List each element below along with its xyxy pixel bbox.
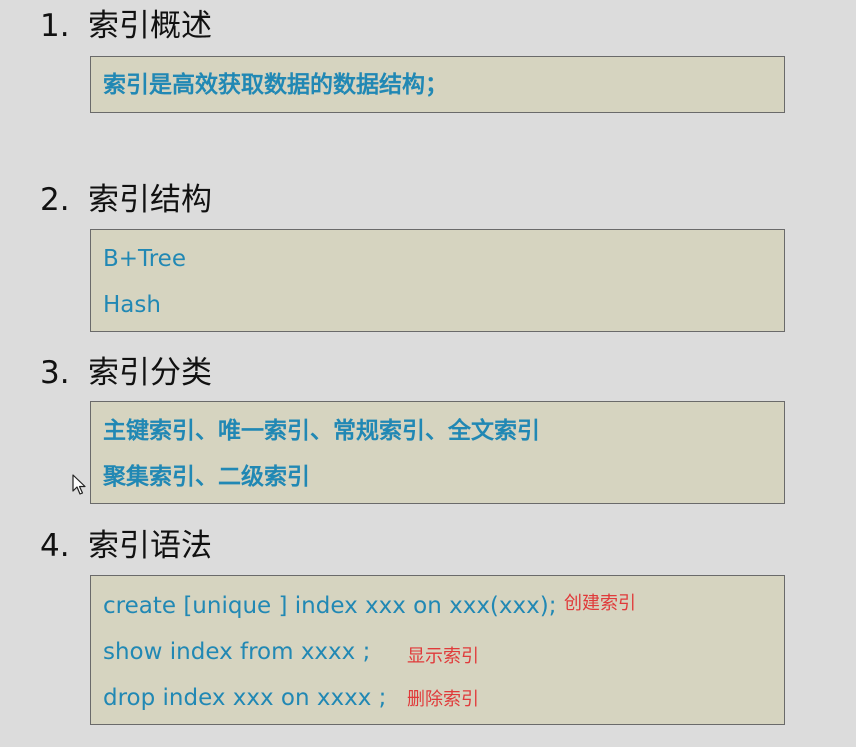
section-3-title: 索引分类 — [88, 355, 212, 391]
section-4-number: 4. — [40, 528, 70, 564]
section-2-line-2: Hash — [103, 292, 161, 318]
section-3-box: 主键索引、唯一索引、常规索引、全文索引 聚集索引、二级索引 — [90, 401, 785, 504]
section-1-box: 索引是高效获取数据的数据结构； — [90, 56, 785, 113]
mouse-pointer-icon — [72, 474, 86, 495]
section-4-box: create [unique ] index xxx on xxx(xxx); … — [90, 575, 785, 725]
section-2-heading: 2. 索引结构 — [40, 180, 212, 220]
section-1-line-1: 索引是高效获取数据的数据结构； — [103, 72, 448, 98]
syntax-drop-note: 删除索引 — [407, 689, 479, 710]
section-3-heading: 3. 索引分类 — [40, 353, 212, 393]
section-1-title: 索引概述 — [88, 8, 212, 44]
syntax-create-note: 创建索引 — [564, 593, 636, 614]
section-2-line-1: B+Tree — [103, 246, 186, 272]
section-3-number: 3. — [40, 355, 70, 391]
section-3-line-2: 聚集索引、二级索引 — [103, 464, 310, 490]
section-4-title: 索引语法 — [88, 528, 212, 564]
section-2-number: 2. — [40, 182, 70, 218]
section-1-number: 1. — [40, 8, 70, 44]
syntax-show-code: show index from xxxx ; — [103, 639, 371, 665]
syntax-show-note: 显示索引 — [407, 646, 479, 667]
section-2-title: 索引结构 — [88, 182, 212, 218]
section-1-heading: 1. 索引概述 — [40, 6, 212, 46]
section-2-box: B+Tree Hash — [90, 229, 785, 332]
syntax-create-code: create [unique ] index xxx on xxx(xxx); — [103, 593, 557, 619]
section-4-heading: 4. 索引语法 — [40, 526, 212, 566]
section-3-line-1: 主键索引、唯一索引、常规索引、全文索引 — [103, 418, 540, 444]
syntax-drop-code: drop index xxx on xxxx ; — [103, 685, 387, 711]
